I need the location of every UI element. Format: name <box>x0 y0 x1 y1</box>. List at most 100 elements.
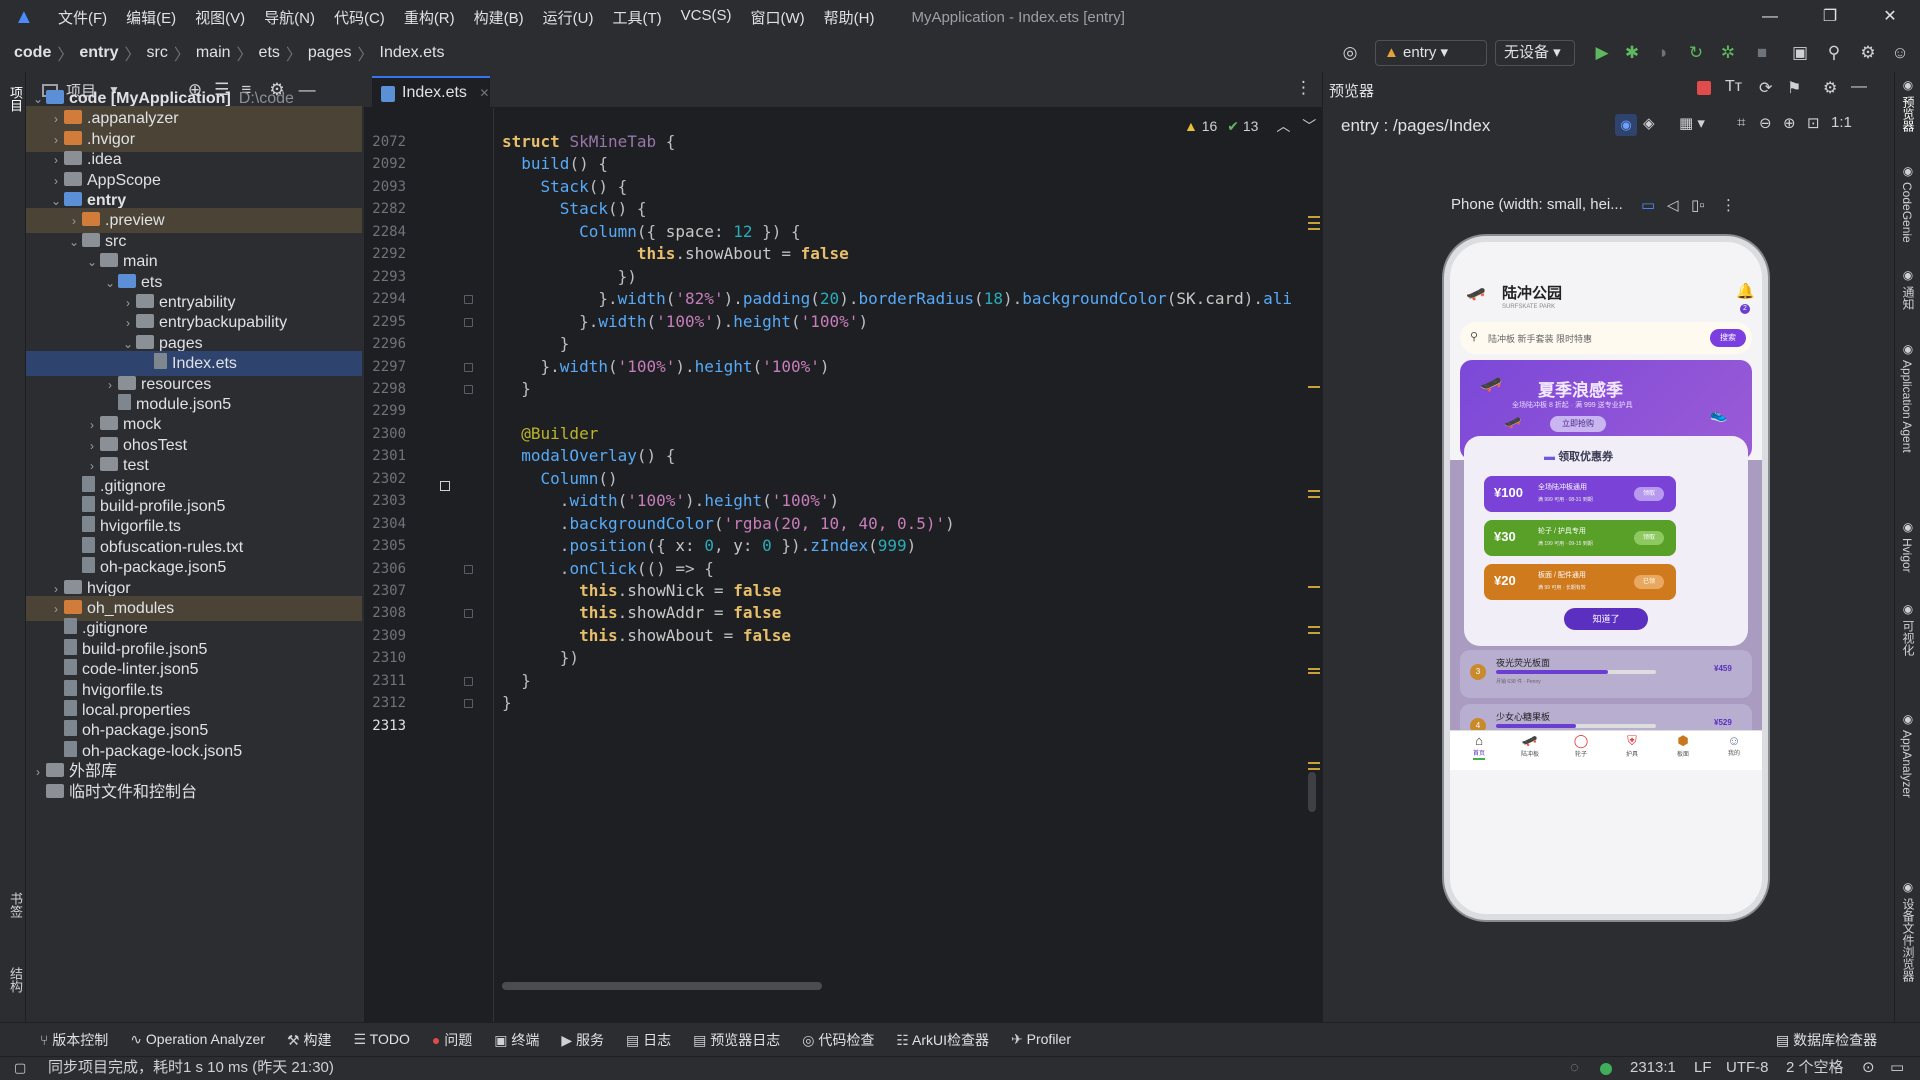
error-stripe-mark[interactable] <box>1308 672 1320 674</box>
right-tool-bell[interactable]: ◉ 通知 <box>1898 268 1918 310</box>
dismiss-button[interactable]: 知道了 <box>1564 608 1648 630</box>
menu-item[interactable]: 代码(C) <box>334 7 385 28</box>
profile-icon[interactable]: ◑ <box>1650 41 1674 65</box>
search-button[interactable]: 搜索 <box>1710 329 1746 347</box>
menu-item[interactable]: 重构(R) <box>404 7 455 28</box>
ranking-item[interactable]: 3 夜光荧光板面 月销 638 件 · Penny ¥459 <box>1460 650 1752 698</box>
vertical-scrollbar[interactable] <box>1308 772 1316 812</box>
code-line[interactable]: .position({ x: 0, y: 0 }).zIndex(999) <box>502 536 916 555</box>
rotate-icon[interactable]: ◁ <box>1667 196 1679 214</box>
error-stripe-mark[interactable] <box>1308 632 1320 634</box>
tab-index-ets[interactable]: Index.ets ✕ <box>372 76 490 108</box>
error-stripe-mark[interactable] <box>1308 496 1320 498</box>
tool-list[interactable]: ☰ TODO <box>353 1031 409 1048</box>
tab-deck[interactable]: ⬢ 板面 <box>1658 733 1708 769</box>
horizontal-scrollbar[interactable] <box>502 982 822 990</box>
code-line[interactable]: }.width('82%').padding(20).borderRadius(… <box>502 289 1292 308</box>
inspector-icon[interactable]: ◉ <box>1615 114 1637 136</box>
tool-profiler[interactable]: ✈ Profiler <box>1011 1031 1071 1048</box>
code-line[interactable]: struct SkMineTab { <box>502 132 675 151</box>
search-input[interactable]: 陆冲板 新手套装 限时特惠 <box>1488 332 1592 345</box>
power-save-icon[interactable]: ◌ <box>1570 1057 1579 1079</box>
color-preview-swatch[interactable] <box>440 481 450 491</box>
code-line[interactable]: Stack() { <box>502 177 628 196</box>
banner-button[interactable]: 立即抢购 <box>1550 416 1606 432</box>
error-stripe-mark[interactable] <box>1308 762 1320 764</box>
device-select[interactable]: 无设备 ▾ <box>1495 40 1575 66</box>
claim-button[interactable]: 领取 <box>1634 487 1664 501</box>
stop-icon[interactable]: ■ <box>1750 41 1774 65</box>
right-tool-phone[interactable]: ◉ 设备文件浏览器 <box>1898 880 1918 982</box>
prev-highlight-icon[interactable]: ︿ <box>1276 118 1290 134</box>
coupon-card[interactable]: ¥30 轮子 / 护具专用满 199 可用 · 09-15 到期 领取 <box>1484 520 1676 556</box>
settings-icon[interactable]: ⚙ <box>1823 78 1837 98</box>
close-icon[interactable]: ✕ <box>1860 0 1920 34</box>
fold-marker-icon[interactable] <box>464 384 473 394</box>
run-icon[interactable]: ▶ <box>1590 41 1614 65</box>
notifications-icon[interactable]: ▭ <box>1890 1057 1904 1079</box>
claim-button[interactable]: 领取 <box>1634 531 1664 545</box>
pin-icon[interactable]: ⚑ <box>1787 78 1801 98</box>
close-tab-icon[interactable]: ✕ <box>479 86 489 100</box>
layers-icon[interactable]: ◈ <box>1643 114 1655 132</box>
right-tool-eye[interactable]: ◉ 预览器 <box>1898 78 1918 132</box>
tab-user[interactable]: ☺ 我的 <box>1709 733 1759 769</box>
code-line[interactable]: this.showAddr = false <box>502 603 781 622</box>
inspection-widget[interactable]: ▲ 16 ✔ 13 ︿ ﹀ <box>1184 116 1316 136</box>
error-stripe-mark[interactable] <box>1308 386 1320 388</box>
right-tool-agent[interactable]: ◉ Application Agent <box>1898 342 1918 453</box>
database-inspector-button[interactable]: ▤ 数据库检查器 <box>1776 1030 1877 1050</box>
device-frame-icon[interactable]: ▭ <box>1641 196 1655 214</box>
code-line[interactable]: }) <box>502 267 637 286</box>
error-stripe-mark[interactable] <box>1308 228 1320 230</box>
tool-error[interactable]: ● 问题 <box>432 1030 472 1050</box>
zoom-out-icon[interactable]: ⊖ <box>1759 114 1772 132</box>
module-select[interactable]: ▲ entry ▾ <box>1375 40 1487 66</box>
search-bar[interactable]: ⚲ 陆冲板 新手套装 限时特惠 搜索 <box>1460 322 1752 354</box>
menu-item[interactable]: VCS(S) <box>681 7 732 28</box>
stop-preview-icon[interactable] <box>1697 81 1711 95</box>
breadcrumb-item[interactable]: main <box>196 44 231 62</box>
tool-play[interactable]: ▶ 服务 <box>561 1030 604 1050</box>
attach-debugger-icon[interactable]: ✲ <box>1716 41 1740 65</box>
code-line[interactable]: this.showAbout = false <box>502 626 791 645</box>
minimize-icon[interactable]: — <box>1740 0 1800 34</box>
more-options-icon[interactable]: ⋮ <box>1295 78 1312 98</box>
actual-size-icon[interactable]: 1:1 <box>1831 114 1852 131</box>
next-highlight-icon[interactable]: ﹀ <box>1302 118 1316 134</box>
fold-marker-icon[interactable] <box>464 295 473 305</box>
tree-item[interactable]: 临时文件和控制台 <box>26 780 362 805</box>
bookmarks-tool-label[interactable]: 书签 <box>6 892 25 918</box>
indent-setting[interactable]: 2 个空格 <box>1786 1057 1844 1079</box>
project-structure-icon[interactable]: ▣ <box>1788 41 1812 65</box>
tool-analyzer[interactable]: ∿ Operation Analyzer <box>130 1031 265 1048</box>
readonly-lock-icon[interactable]: ⊙ <box>1862 1057 1875 1079</box>
code-line[interactable]: this.showNick = false <box>502 581 781 600</box>
claim-button[interactable]: 已领 <box>1634 575 1664 589</box>
menu-item[interactable]: 编辑(E) <box>126 7 176 28</box>
fold-marker-icon[interactable] <box>464 609 473 619</box>
fold-marker-icon[interactable] <box>464 564 473 574</box>
settings-icon[interactable]: ⚙ <box>1856 41 1880 65</box>
menu-item[interactable]: 窗口(W) <box>750 7 804 28</box>
code-line[interactable]: .width('100%').height('100%') <box>502 491 839 510</box>
maximize-icon[interactable]: ❐ <box>1800 0 1860 34</box>
code-line[interactable]: } <box>502 671 531 690</box>
menu-item[interactable]: 文件(F) <box>58 7 107 28</box>
caret-position[interactable]: 2313:1 <box>1630 1057 1676 1079</box>
phone-preview[interactable]: 🛹 陆冲公园 SURFSKATE PARK 🔔 2 ⚲ 陆冲板 新手套装 限时特… <box>1444 236 1768 920</box>
code-line[interactable]: .onClick(() => { <box>502 559 714 578</box>
code-line[interactable]: } <box>502 379 531 398</box>
fold-marker-icon[interactable] <box>464 362 473 372</box>
tab-wheel[interactable]: ◯ 轮子 <box>1556 733 1606 769</box>
breadcrumb-item[interactable]: src <box>147 44 168 62</box>
breadcrumb-item[interactable]: ets <box>259 44 280 62</box>
fit-icon[interactable]: ⊡ <box>1807 114 1820 132</box>
error-stripe-mark[interactable] <box>1308 490 1320 492</box>
code-line[interactable]: } <box>502 693 512 712</box>
structure-tool-label[interactable]: 结构 <box>6 967 25 993</box>
line-separator[interactable]: LF <box>1694 1057 1712 1079</box>
tool-terminal[interactable]: ▣ 终端 <box>494 1030 539 1050</box>
code-line[interactable]: } <box>502 334 570 353</box>
error-stripe-mark[interactable] <box>1308 768 1320 770</box>
